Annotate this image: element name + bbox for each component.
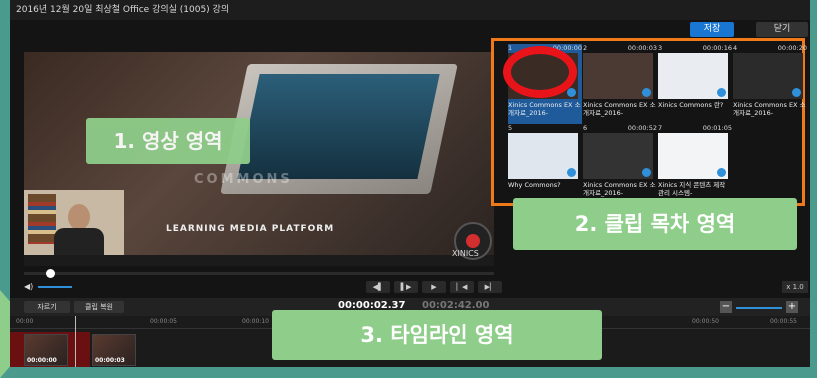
clip-number: 5 (508, 124, 513, 132)
clip-title: Xinics Commons EX 소개자료_2016- (583, 101, 656, 117)
clip-number: 3 (658, 44, 663, 52)
restore-clip-button[interactable]: 클립 복원 (74, 301, 124, 313)
annotation-red-circle (503, 46, 577, 98)
ruler-tick: 00:00:55 (770, 318, 797, 325)
clip-title: Xinics 지식 콘텐츠 제작 관리 시스템- (658, 181, 726, 197)
clip-item[interactable]: 5 Why Commons? (508, 124, 582, 204)
player-controls: ◀) ◀▌ ▌▶ ▶ ▏◀ ▶▏ x 1.0 (24, 268, 810, 298)
clip-thumbnail (583, 133, 653, 179)
clip-number: 7 (658, 124, 663, 132)
volume-slider[interactable] (38, 286, 72, 288)
step-forward-button[interactable]: ▏◀ (450, 281, 474, 293)
clip-badge-icon (567, 168, 576, 177)
save-button[interactable]: 저장 (690, 22, 734, 37)
timeline-clip[interactable]: 00:00:03 (92, 334, 136, 366)
clip-title: Xinics Commons EX 소개자료_2016- (733, 101, 806, 117)
clip-item[interactable]: 2 00:00:03 Xinics Commons EX 소개자료_2016- (583, 44, 657, 124)
step-back-button[interactable]: ▌▶ (394, 281, 418, 293)
volume-icon[interactable]: ◀) (24, 282, 33, 291)
clip-badge-icon (717, 168, 726, 177)
clip-badge-icon (642, 88, 651, 97)
clip-title: Xinics Commons 란? (658, 101, 724, 109)
timeline-clip[interactable]: 00:00:00 (24, 334, 68, 366)
clip-time: 00:00:20 (777, 44, 807, 52)
clip-thumbnail (508, 133, 578, 179)
video-tagline: LEARNING MEDIA PLATFORM (166, 224, 335, 234)
next-frame-button[interactable]: ▶▏ (478, 281, 502, 293)
progress-knob[interactable] (46, 269, 55, 278)
speed-select[interactable]: x 1.0 (782, 281, 808, 293)
cut-button[interactable]: 자르기 (24, 301, 70, 313)
clip-item[interactable]: 7 00:01:05 Xinics 지식 콘텐츠 제작 관리 시스템- (658, 124, 732, 204)
ruler-tick: 00:00 (16, 318, 34, 325)
video-brand-text: COMMONS (194, 172, 293, 187)
clip-number: 2 (583, 44, 588, 52)
clip-time: 00:00:52 (627, 124, 657, 132)
clip-thumbnail (733, 53, 803, 99)
xinics-logo-text: XINICS (452, 249, 479, 258)
progress-bar[interactable] (24, 269, 494, 278)
video-taskbar (24, 255, 494, 266)
prev-frame-button[interactable]: ◀▌ (366, 281, 390, 293)
clip-time: 00:00:03 (627, 44, 657, 52)
presenter-head (68, 204, 90, 230)
clip-badge-icon (567, 88, 576, 97)
play-button[interactable]: ▶ (422, 281, 446, 293)
clip-badge-icon (642, 168, 651, 177)
clip-item[interactable]: 3 00:00:16 Xinics Commons 란? (658, 44, 732, 124)
clip-title: Why Commons? (508, 181, 561, 189)
zoom-slider[interactable] (736, 307, 782, 309)
window-title: 2016년 12월 20일 최상철 Office 강의실 (1005) 강의 (10, 0, 810, 20)
ruler-tick: 00:00:05 (150, 318, 177, 325)
clip-thumbnail (583, 53, 653, 99)
clip-number: 1 (508, 44, 513, 52)
ruler-tick: 00:00:50 (692, 318, 719, 325)
annotation-video-area: 1. 영상 영역 (86, 118, 250, 164)
clip-item[interactable]: 4 00:00:20 Xinics Commons EX 소개자료_2016- (733, 44, 807, 124)
clip-number: 6 (583, 124, 588, 132)
clip-badge-icon (792, 88, 801, 97)
clip-number: 4 (733, 44, 738, 52)
clip-time: 00:00:16 (702, 44, 732, 52)
playhead[interactable] (75, 316, 76, 367)
clip-badge-icon (717, 88, 726, 97)
annotation-clip-area: 2. 클립 목차 영역 (513, 198, 797, 250)
zoom-out-button[interactable]: − (720, 301, 732, 313)
ruler-tick: 00:00:10 (242, 318, 269, 325)
annotation-timeline-area: 3. 타임라인 영역 (272, 310, 602, 360)
clip-title: Xinics Commons EX 소개자료_2016- (583, 181, 656, 197)
bookshelf-image (28, 194, 56, 244)
clip-time: 00:01:05 (702, 124, 732, 132)
close-button[interactable]: 닫기 (756, 22, 808, 37)
zoom-in-button[interactable]: + (786, 301, 798, 313)
clip-title: Xinics Commons EX 소개자료_2016- (508, 101, 581, 117)
clip-thumbnail (658, 133, 728, 179)
clip-thumbnail (658, 53, 728, 99)
clip-item[interactable]: 6 00:00:52 Xinics Commons EX 소개자료_2016- (583, 124, 657, 204)
